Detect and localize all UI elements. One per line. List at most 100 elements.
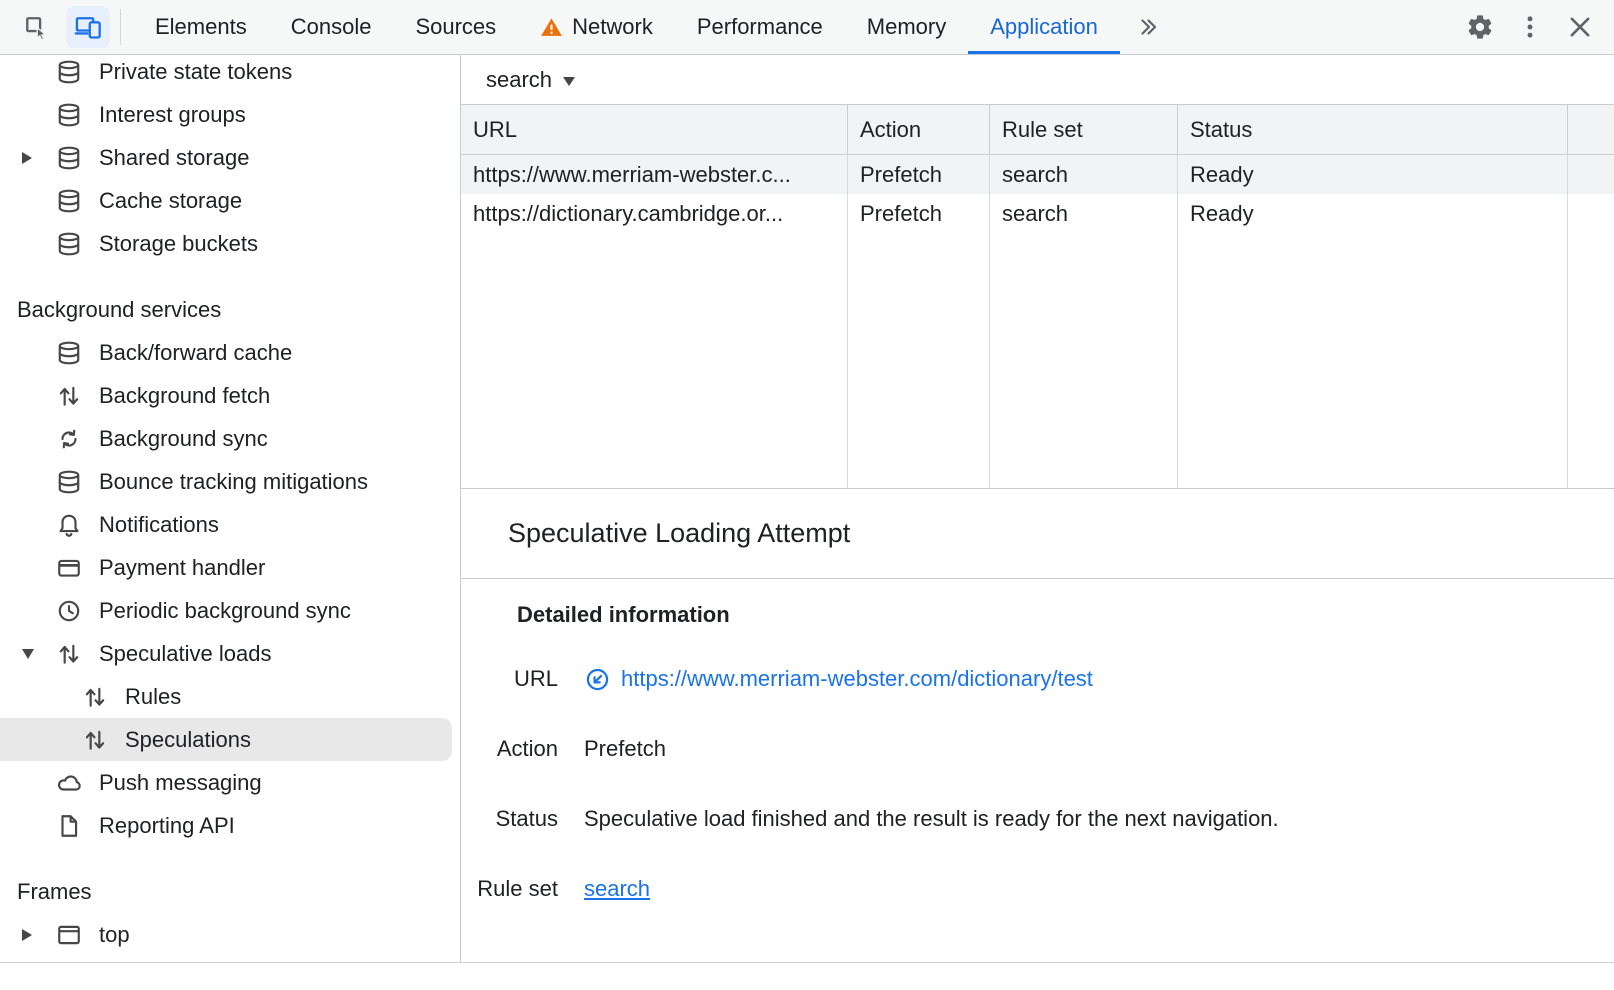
sidebar-item-speculations[interactable]: Speculations bbox=[0, 718, 452, 761]
detail-rule-set-link[interactable]: search bbox=[584, 876, 650, 902]
sidebar-section-frames: Frames bbox=[0, 870, 460, 913]
up-down-arrows-icon bbox=[56, 383, 82, 409]
details-pane: Detailed information URL https://www.mer… bbox=[461, 579, 1614, 962]
sidebar-item-private-state-tokens[interactable]: Private state tokens bbox=[0, 55, 460, 93]
gear-icon bbox=[1466, 13, 1494, 41]
column-header-url[interactable]: URL bbox=[461, 105, 848, 155]
column-header-rule-set[interactable]: Rule set bbox=[990, 105, 1178, 155]
bottom-scrollbar-strip[interactable] bbox=[0, 962, 1614, 990]
customize-menu-button[interactable] bbox=[1508, 6, 1552, 48]
tab-memory[interactable]: Memory bbox=[845, 0, 968, 54]
detail-label-status: Status bbox=[461, 806, 558, 832]
sidebar-item-background-fetch[interactable]: Background fetch bbox=[0, 374, 460, 417]
inspect-element-button[interactable] bbox=[14, 6, 58, 48]
table-cell-status[interactable]: Ready bbox=[1178, 155, 1568, 194]
up-down-arrows-icon bbox=[56, 641, 82, 667]
triangle-down-icon bbox=[22, 649, 34, 659]
devtools-toolbar: Elements Console Sources Network Perform… bbox=[0, 0, 1614, 55]
payment-card-icon bbox=[56, 555, 82, 581]
tab-elements[interactable]: Elements bbox=[133, 0, 269, 54]
database-icon bbox=[56, 145, 82, 171]
toolbar-right-icons bbox=[1458, 0, 1614, 54]
row-scroll-corner bbox=[1568, 155, 1614, 194]
tab-application[interactable]: Application bbox=[968, 0, 1120, 54]
sidebar-item-reporting-api[interactable]: Reporting API bbox=[0, 804, 460, 847]
table-cell-rule-set[interactable]: search bbox=[990, 194, 1178, 233]
sidebar-item-label: Background sync bbox=[99, 426, 268, 452]
table-cell-url[interactable]: https://www.merriam-webster.c... bbox=[461, 155, 848, 194]
sidebar-item-label: Cache storage bbox=[99, 188, 242, 214]
ruleset-filter-dropdown[interactable]: search bbox=[486, 67, 575, 93]
more-tabs-button[interactable] bbox=[1120, 0, 1176, 54]
device-toolbar-icon bbox=[74, 13, 102, 41]
expander[interactable] bbox=[22, 152, 56, 164]
close-devtools-button[interactable] bbox=[1558, 6, 1602, 48]
triangle-right-icon bbox=[22, 152, 32, 164]
tab-network[interactable]: Network bbox=[518, 0, 675, 54]
table-cell-rule-set[interactable]: search bbox=[990, 155, 1178, 194]
filter-selected-value: search bbox=[486, 67, 552, 93]
sidebar-item-label: Shared storage bbox=[99, 145, 249, 171]
detail-row-action: Action Prefetch bbox=[461, 714, 1614, 784]
details-pane-title: Speculative Loading Attempt bbox=[461, 489, 1614, 579]
cloud-icon bbox=[56, 770, 82, 796]
sidebar-item-label: Speculations bbox=[125, 727, 251, 753]
table-cell-url[interactable]: https://dictionary.cambridge.or... bbox=[461, 194, 848, 233]
sidebar-item-bounce-tracking-mitigations[interactable]: Bounce tracking mitigations bbox=[0, 460, 460, 503]
application-sidebar: Private state tokens Interest groups Sha… bbox=[0, 55, 461, 962]
detail-row-status: Status Speculative load finished and the… bbox=[461, 784, 1614, 854]
sidebar-item-label: Reporting API bbox=[99, 813, 235, 839]
warning-icon bbox=[540, 16, 563, 39]
database-icon bbox=[56, 231, 82, 257]
inspect-cursor-icon bbox=[22, 13, 50, 41]
column-header-status[interactable]: Status bbox=[1178, 105, 1568, 155]
detail-url-link[interactable]: https://www.merriam-webster.com/dictiona… bbox=[621, 666, 1093, 692]
sidebar-item-background-sync[interactable]: Background sync bbox=[0, 417, 460, 460]
tab-performance[interactable]: Performance bbox=[675, 0, 845, 54]
sidebar-item-shared-storage[interactable]: Shared storage bbox=[0, 136, 460, 179]
tab-console[interactable]: Console bbox=[269, 0, 394, 54]
triangle-right-icon bbox=[22, 929, 32, 941]
sidebar-item-periodic-background-sync[interactable]: Periodic background sync bbox=[0, 589, 460, 632]
speculations-table: URL Action Rule set Status https://www.m… bbox=[461, 104, 1614, 489]
sidebar-item-label: Storage buckets bbox=[99, 231, 258, 257]
tab-label: Elements bbox=[155, 14, 247, 40]
tab-sources[interactable]: Sources bbox=[393, 0, 518, 54]
detail-row-rule-set: Rule set search bbox=[461, 854, 1614, 924]
detail-value-action: Prefetch bbox=[584, 736, 666, 762]
sidebar-item-storage-buckets[interactable]: Storage buckets bbox=[0, 222, 460, 265]
table-filler bbox=[1178, 233, 1568, 488]
table-cell-status[interactable]: Ready bbox=[1178, 194, 1568, 233]
sidebar-item-top-frame[interactable]: top bbox=[0, 913, 460, 956]
sidebar-item-rules[interactable]: Rules bbox=[0, 675, 460, 718]
settings-button[interactable] bbox=[1458, 6, 1502, 48]
sidebar-item-label: Periodic background sync bbox=[99, 598, 351, 624]
toggle-device-toolbar-button[interactable] bbox=[66, 6, 110, 48]
sidebar-tree: Private state tokens Interest groups Sha… bbox=[0, 55, 460, 956]
column-header-action[interactable]: Action bbox=[848, 105, 990, 155]
row-scroll-corner bbox=[1568, 194, 1614, 233]
sidebar-item-cache-storage[interactable]: Cache storage bbox=[0, 179, 460, 222]
speculations-view: search URL Action Rule set Status https:… bbox=[461, 55, 1614, 962]
tab-label: Console bbox=[291, 14, 372, 40]
table-cell-action[interactable]: Prefetch bbox=[848, 194, 990, 233]
sidebar-item-notifications[interactable]: Notifications bbox=[0, 503, 460, 546]
sidebar-item-push-messaging[interactable]: Push messaging bbox=[0, 761, 460, 804]
sidebar-item-label: Speculative loads bbox=[99, 641, 271, 667]
detail-row-url: URL https://www.merriam-webster.com/dict… bbox=[461, 644, 1614, 714]
expander[interactable] bbox=[22, 929, 56, 941]
sidebar-section-background-services: Background services bbox=[0, 288, 460, 331]
table-cell-action[interactable]: Prefetch bbox=[848, 155, 990, 194]
sidebar-item-label: Background fetch bbox=[99, 383, 270, 409]
database-icon bbox=[56, 340, 82, 366]
up-down-arrows-icon bbox=[82, 684, 108, 710]
devtools-window: Elements Console Sources Network Perform… bbox=[0, 0, 1614, 990]
sidebar-item-payment-handler[interactable]: Payment handler bbox=[0, 546, 460, 589]
expander[interactable] bbox=[22, 649, 56, 659]
sidebar-item-back-forward-cache[interactable]: Back/forward cache bbox=[0, 331, 460, 374]
sidebar-item-interest-groups[interactable]: Interest groups bbox=[0, 93, 460, 136]
database-icon bbox=[56, 469, 82, 495]
sidebar-item-speculative-loads[interactable]: Speculative loads bbox=[0, 632, 460, 675]
tab-label: Sources bbox=[415, 14, 496, 40]
sidebar-item-label: top bbox=[99, 922, 130, 948]
